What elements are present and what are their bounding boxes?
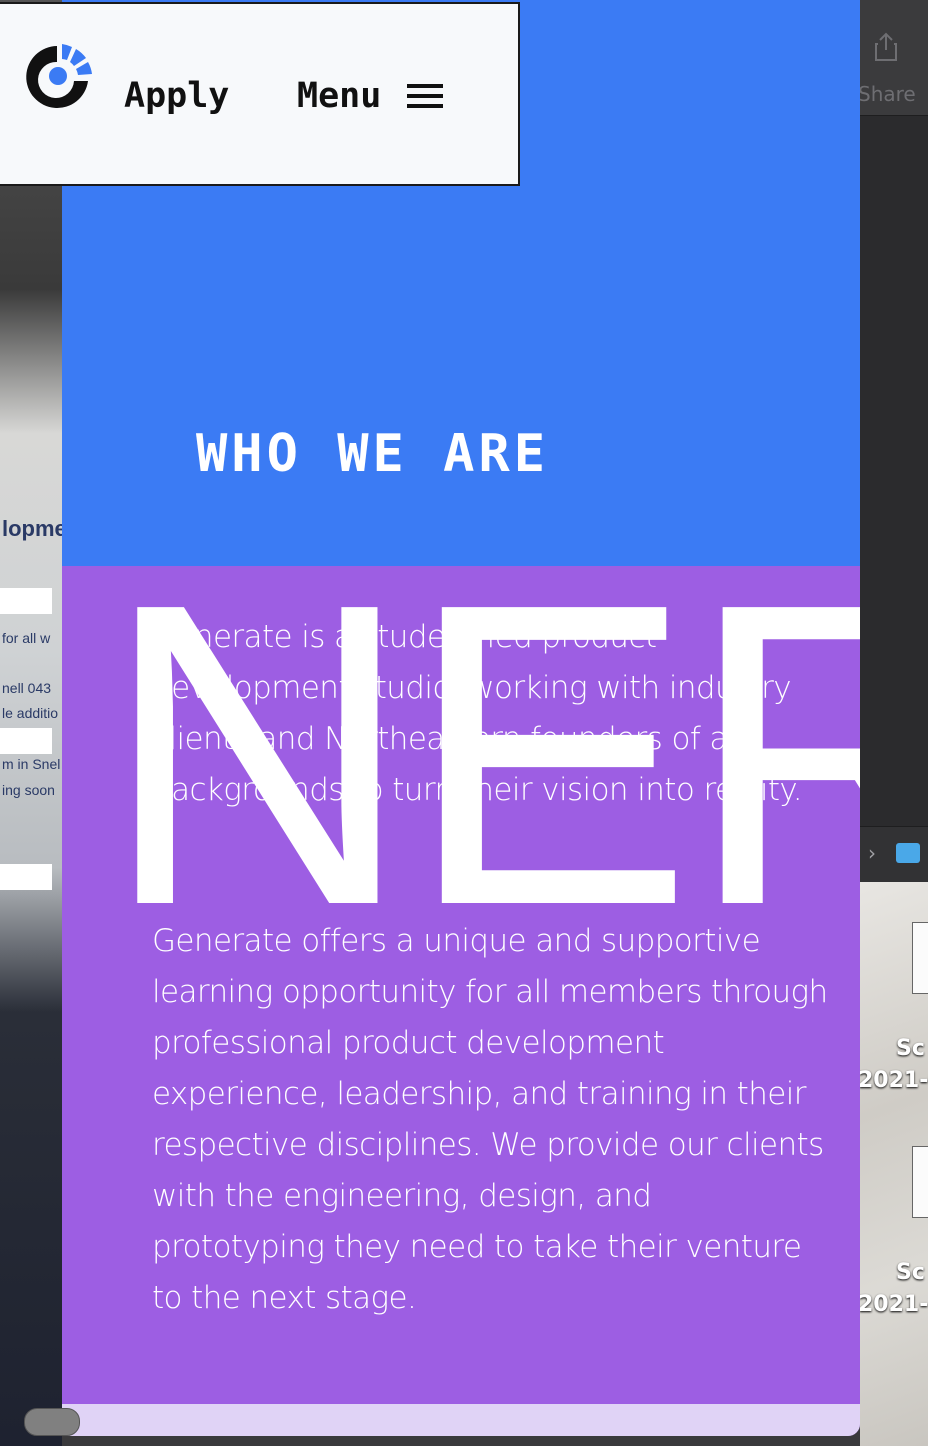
- generate-logo-icon[interactable]: [20, 40, 94, 114]
- finder-toolbar: Share: [860, 0, 928, 116]
- share-label[interactable]: Share: [860, 82, 916, 106]
- browser-window: WHO WE ARE Generate is a student-led pro…: [62, 0, 860, 1436]
- finder-path-bar: ›: [860, 826, 928, 883]
- navbar: Apply Menu: [0, 2, 520, 186]
- background-desktop: Share › Sc 2021-0 Sc 2021-: [860, 0, 928, 1446]
- horizontal-scrollbar-track[interactable]: [62, 1404, 860, 1436]
- photo-text-5: m in Snel: [2, 756, 61, 772]
- photo-text-4: le additio: [2, 705, 59, 721]
- folder-icon[interactable]: [896, 843, 920, 863]
- photo-letter-segment: [0, 588, 52, 614]
- section-heading: WHO WE ARE: [196, 424, 550, 484]
- photo-letter-segment: [0, 864, 52, 890]
- thumbnail-label[interactable]: Sc: [896, 1260, 928, 1285]
- photo-letter-segment: [0, 728, 52, 754]
- menu-label: Menu: [297, 76, 382, 116]
- about-paragraph-1: Generate is a student-led product develo…: [152, 619, 803, 808]
- thumbnail-label[interactable]: Sc: [896, 1036, 928, 1061]
- hamburger-icon: [407, 84, 444, 108]
- screenshot-thumbnail[interactable]: [912, 922, 928, 994]
- photo-text-6: ing soon: [2, 782, 55, 798]
- thumbnail-label[interactable]: 2021-: [860, 1292, 928, 1317]
- screenshot-thumbnail[interactable]: [912, 1146, 928, 1218]
- background-photo: lopme for all w nell 043 le additio m in…: [0, 0, 62, 1446]
- chevron-right-icon: ›: [868, 841, 876, 865]
- photo-text-1: lopme: [2, 516, 62, 541]
- photo-text-2: for all w: [2, 630, 51, 646]
- share-icon[interactable]: [874, 32, 898, 62]
- about-paragraph-2: Generate offers a unique and supportive …: [152, 923, 828, 1316]
- photo-text-3: nell 043: [2, 680, 52, 696]
- menu-button[interactable]: Menu: [297, 76, 444, 116]
- apply-link[interactable]: Apply: [124, 76, 229, 116]
- horizontal-scrollbar-thumb[interactable]: [24, 1408, 80, 1436]
- thumbnail-label[interactable]: 2021-0: [860, 1068, 928, 1093]
